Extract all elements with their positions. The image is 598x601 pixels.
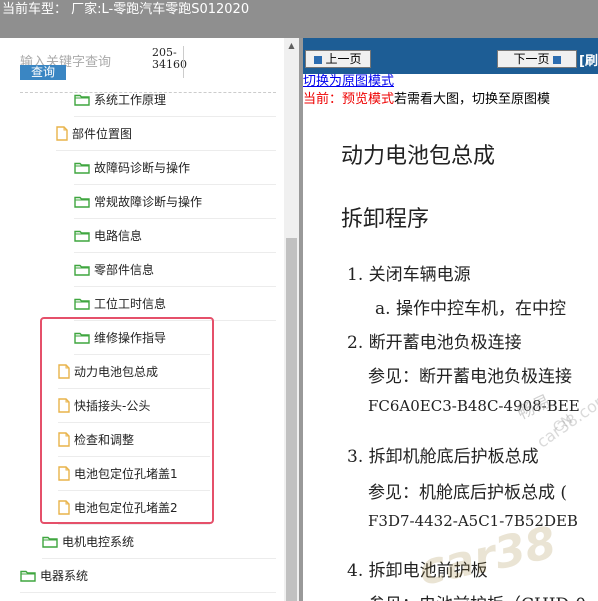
doc-section-heading: 拆卸程序: [341, 207, 430, 232]
folder-icon: [74, 297, 94, 310]
doc-step-3: 3. 拆卸机舱底后护板总成: [347, 447, 539, 467]
tree-item[interactable]: 电路信息: [74, 219, 276, 253]
next-page-button[interactable]: 下一页: [497, 50, 577, 68]
tree-item[interactable]: 系统工作原理: [74, 83, 276, 117]
page-nav-bar: 上一页 下一页 [刷: [303, 38, 598, 74]
current-vehicle-label: 当前车型： 厂家:L-零跑汽车零跑S012020: [2, 2, 250, 17]
tree-item-label: 电机电控系统: [62, 535, 135, 549]
scroll-up-arrow-icon[interactable]: ▲: [284, 38, 299, 53]
title-bar: 当前车型： 厂家:L-零跑汽车零跑S012020: [0, 0, 598, 38]
tree-item[interactable]: 电器系统: [20, 559, 276, 593]
tree-item-label: 常规故障诊断与操作: [94, 195, 203, 209]
tree-item[interactable]: 工位工时信息: [74, 287, 276, 321]
tree-item-label: 系统工作原理: [94, 93, 167, 107]
tree-item[interactable]: 故障码诊断与操作: [74, 151, 276, 185]
folder-icon: [74, 93, 94, 106]
doc-step-3-code: F3D7-4432-A5C1-7B52DEB: [368, 512, 578, 530]
doc-step-2-code: FC6A0EC3-B48C-4908-BEE: [368, 397, 580, 415]
tree-item[interactable]: 电机电控系统: [42, 525, 276, 559]
tree-item-label: 部件位置图: [72, 127, 133, 141]
document-pane: 上一页 下一页 [刷 切换为原图模式 当前：预览模式若需看大图，切换至原图模 动…: [303, 38, 598, 601]
folder-icon: [74, 195, 94, 208]
highlight-box: [40, 317, 214, 524]
arrow-right-icon: [552, 55, 561, 64]
doc-title: 动力电池包总成: [341, 144, 496, 169]
document-icon: [56, 126, 72, 141]
mode-status: 当前：预览模式若需看大图，切换至原图模: [303, 92, 551, 107]
switch-original-mode-link[interactable]: 切换为原图模式: [303, 74, 394, 89]
doc-step-2: 2. 断开蓄电池负极连接: [347, 333, 522, 353]
folder-icon: [74, 229, 94, 242]
doc-step-2-ref: 参见：断开蓄电池负极连接: [368, 367, 572, 387]
folder-icon: [20, 569, 40, 582]
tree-item-label: 工位工时信息: [94, 297, 167, 311]
vehicle-code: 205- 34160: [152, 46, 187, 71]
tree-item-label: 故障码诊断与操作: [94, 161, 191, 175]
scrollbar-thumb[interactable]: [286, 238, 297, 601]
doc-step-3-ref: 参见：机舱底后护板总成 (: [368, 483, 568, 503]
tree-item[interactable]: 常规故障诊断与操作: [74, 185, 276, 219]
doc-step-1a: a. 操作中控车机，在中控: [375, 299, 566, 319]
doc-step-4-ref: 参见：电池前护板（CHID-0: [368, 590, 586, 601]
refresh-link[interactable]: [刷: [579, 50, 598, 69]
tree-item-label: 零部件信息: [94, 263, 155, 277]
doc-step-4: 4. 拆卸电池前护板: [347, 561, 488, 581]
tree-item-label: 电路信息: [94, 229, 143, 243]
search-button[interactable]: 查询: [20, 65, 66, 80]
prev-page-button[interactable]: 上一页: [305, 50, 371, 68]
folder-icon: [74, 263, 94, 276]
folder-icon: [42, 535, 62, 548]
tree-item[interactable]: 部件位置图: [56, 117, 276, 151]
doc-step-1: 1. 关闭车辆电源: [347, 265, 471, 285]
tree-item-label: 电器系统: [40, 569, 89, 583]
left-pane: 输入关键字查询 查询 205- 34160 系统工作原理 部件位置图 故障码诊断与操…: [0, 38, 300, 601]
code-divider: [183, 46, 184, 78]
arrow-left-icon: [314, 55, 323, 64]
folder-icon: [74, 161, 94, 174]
watermark-code: CN: [550, 411, 577, 437]
tree-item[interactable]: 零部件信息: [74, 253, 276, 287]
